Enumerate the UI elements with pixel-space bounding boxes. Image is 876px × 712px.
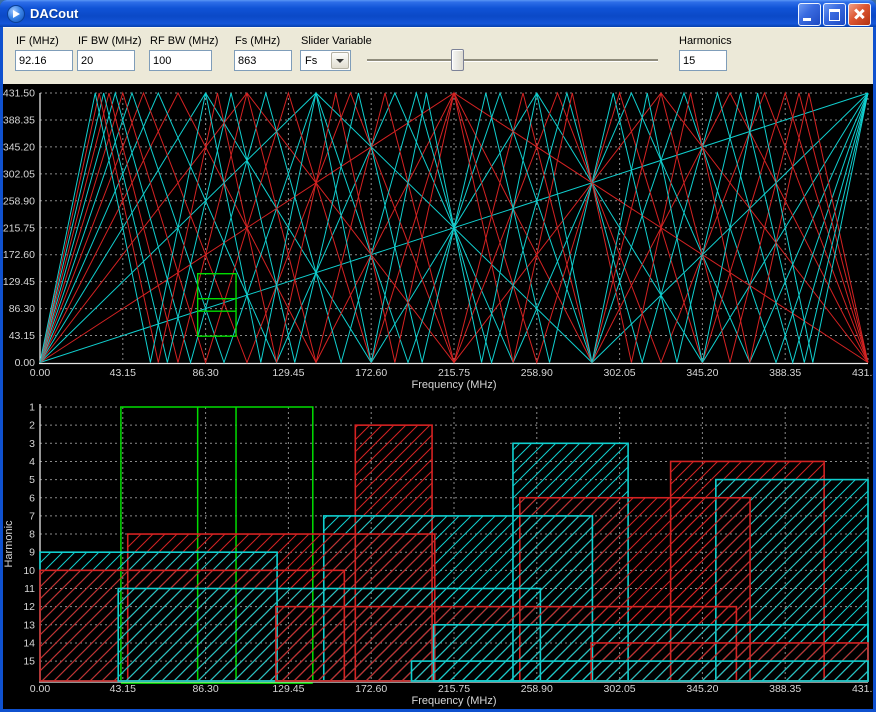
- harmonic-tick-label: 8: [29, 529, 35, 541]
- x-tick-label: 172.60: [355, 367, 387, 379]
- x-tick-label: 172.60: [355, 683, 387, 695]
- maximize-icon: [829, 9, 840, 21]
- harmonic-tick-label: 10: [23, 565, 35, 577]
- x-tick-label: 388.35: [769, 683, 801, 695]
- harmonic-tick-label: 7: [29, 510, 35, 522]
- x-tick-label: 388.35: [769, 367, 801, 379]
- rfbw-input[interactable]: [149, 50, 212, 71]
- minimize-icon: [803, 18, 811, 21]
- y-tick-label: 215.75: [3, 222, 35, 234]
- harmonic-band-15: [411, 661, 868, 681]
- x-tick-label: 431.50: [852, 367, 873, 379]
- if-label: IF (MHz): [16, 35, 59, 47]
- minimize-button[interactable]: [798, 3, 821, 26]
- x-tick-label: 258.90: [521, 367, 553, 379]
- x-tick-label: 129.45: [272, 367, 304, 379]
- fs-label: Fs (MHz): [235, 35, 280, 47]
- window-title: DACout: [30, 6, 78, 21]
- y-tick-label: 345.20: [3, 141, 35, 153]
- x-axis-title: Frequency (MHz): [412, 379, 497, 391]
- client-area: 0.0043.1586.30129.45172.60215.75258.9030…: [3, 84, 873, 709]
- harmonic-tick-label: 9: [29, 547, 35, 559]
- harmonic-tick-label: 2: [29, 420, 35, 432]
- slider-variable-select[interactable]: Fs: [300, 50, 351, 71]
- harmonic-tick-label: 1: [29, 402, 35, 414]
- harmonic-tick-label: 14: [23, 637, 35, 649]
- x-tick-label: 43.15: [110, 367, 136, 379]
- x-tick-label: 129.45: [272, 683, 304, 695]
- chevron-down-icon[interactable]: [331, 52, 349, 69]
- x-tick-label: 345.20: [686, 683, 718, 695]
- close-button[interactable]: [848, 3, 871, 26]
- y-axis-title: Harmonic: [3, 520, 15, 568]
- harmonic-tick-label: 5: [29, 474, 35, 486]
- rfbw-label: RF BW (MHz): [150, 35, 218, 47]
- harmonic-tick-label: 3: [29, 438, 35, 450]
- x-tick-label: 258.90: [521, 683, 553, 695]
- slider-track[interactable]: [367, 59, 658, 62]
- harmonic-tick-label: 15: [23, 656, 35, 668]
- x-tick-label: 0.00: [30, 367, 51, 379]
- x-tick-label: 302.05: [604, 367, 636, 379]
- ifbw-label: IF BW (MHz): [78, 35, 142, 47]
- y-tick-label: 43.15: [9, 330, 35, 342]
- close-icon: [849, 4, 870, 25]
- fs-input[interactable]: [234, 50, 292, 71]
- x-tick-label: 0.00: [30, 683, 51, 695]
- harmonics-label: Harmonics: [679, 35, 732, 47]
- ifbw-input[interactable]: [77, 50, 135, 71]
- y-tick-label: 129.45: [3, 276, 35, 288]
- titlebar[interactable]: DACout: [0, 0, 876, 27]
- toolbar: IF (MHz) IF BW (MHz) RF BW (MHz) Fs (MHz…: [3, 27, 873, 85]
- harmonic-tick-label: 4: [29, 456, 35, 468]
- slider-variable-value: Fs: [301, 55, 330, 67]
- x-tick-label: 302.05: [604, 683, 636, 695]
- y-tick-label: 86.30: [9, 303, 35, 315]
- y-tick-label: 258.90: [3, 195, 35, 207]
- x-tick-label: 43.15: [110, 683, 136, 695]
- harmonics-input[interactable]: [679, 50, 727, 71]
- harmonic-tick-label: 11: [24, 583, 35, 595]
- x-tick-label: 431.50: [852, 683, 873, 695]
- bottom-chart: [39, 404, 868, 683]
- x-tick-label: 345.20: [686, 367, 718, 379]
- slider-variable-label: Slider Variable: [301, 35, 372, 47]
- app-icon: [7, 5, 25, 23]
- slider-thumb[interactable]: [451, 49, 464, 71]
- x-tick-label: 86.30: [192, 367, 218, 379]
- play-icon: [13, 10, 20, 18]
- top-chart: [39, 93, 868, 364]
- x-axis-title: Frequency (MHz): [412, 695, 497, 707]
- y-tick-label: 388.35: [3, 114, 35, 126]
- y-tick-label: 172.60: [3, 249, 35, 261]
- x-tick-label: 215.75: [438, 367, 470, 379]
- x-tick-label: 86.30: [192, 683, 218, 695]
- harmonic-tick-label: 6: [29, 492, 35, 504]
- charts-canvas: 0.0043.1586.30129.45172.60215.75258.9030…: [3, 84, 873, 709]
- y-tick-label: 431.50: [3, 88, 35, 100]
- if-input[interactable]: [15, 50, 73, 71]
- y-tick-label: 302.05: [3, 168, 35, 180]
- app-window: DACout IF (MHz) IF BW (MHz) RF BW (MHz) …: [0, 0, 876, 712]
- maximize-button[interactable]: [823, 3, 846, 26]
- harmonic-tick-label: 13: [23, 619, 35, 631]
- x-tick-label: 215.75: [438, 683, 470, 695]
- harmonic-tick-label: 12: [23, 601, 35, 613]
